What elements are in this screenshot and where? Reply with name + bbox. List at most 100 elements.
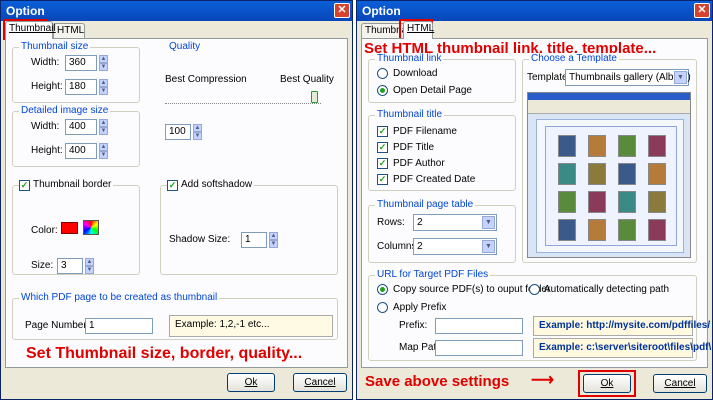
title-bar: Option ✕ bbox=[1, 1, 352, 21]
detail-height-input[interactable]: 400 bbox=[65, 143, 97, 159]
close-icon[interactable]: ✕ bbox=[694, 3, 710, 18]
detail-width-input[interactable]: 400 bbox=[65, 119, 97, 135]
border-color-swatch bbox=[61, 222, 78, 234]
radio-open-detail[interactable] bbox=[377, 85, 388, 96]
open-detail-label: Open Detail Page bbox=[393, 85, 472, 96]
page-number-label: Page Number: bbox=[25, 320, 90, 331]
album-thumbnail bbox=[558, 191, 576, 213]
pdf-author-label: PDF Author bbox=[393, 158, 445, 169]
spinner-icon[interactable]: ▲ ▼ bbox=[269, 232, 278, 248]
spinner-icon[interactable]: ▲ ▼ bbox=[99, 119, 108, 135]
template-select[interactable]: Thumbnails gallery (Album) ▼ bbox=[565, 69, 691, 86]
tab-html[interactable]: HTML bbox=[53, 23, 85, 39]
album-thumbnail bbox=[558, 219, 576, 241]
radio-auto-detect[interactable] bbox=[529, 284, 540, 295]
shadow-size-label: Shadow Size: bbox=[169, 234, 231, 245]
chk-pdf-created[interactable]: ✓ bbox=[377, 174, 388, 185]
softshadow-checkbox[interactable]: ✓ bbox=[167, 180, 178, 191]
group-legend: Choose a Template bbox=[529, 53, 619, 64]
chevron-down-icon: ▼ bbox=[674, 71, 687, 84]
border-size-input[interactable]: 3 bbox=[57, 258, 83, 274]
cancel-button[interactable]: Cancel bbox=[293, 373, 347, 392]
shadow-size-input[interactable]: 1 bbox=[241, 232, 267, 248]
map-example-hint: Example: c:\server\siteroot\files\pdf\ bbox=[533, 338, 711, 358]
window-title: Option bbox=[362, 4, 401, 18]
group-legend: URL for Target PDF Files bbox=[375, 269, 491, 280]
chk-pdf-author[interactable]: ✓ bbox=[377, 158, 388, 169]
map-path-input[interactable] bbox=[435, 340, 523, 356]
template-label: Template: bbox=[527, 72, 571, 83]
best-quality-label: Best Quality bbox=[280, 74, 334, 85]
quality-input[interactable]: 100 bbox=[165, 124, 191, 140]
page-table-group: Thumbnail page table Rows: 2 ▼ Columns: 2… bbox=[368, 199, 516, 263]
thumb-height-input[interactable]: 180 bbox=[65, 79, 97, 95]
spinner-icon[interactable]: ▲ ▼ bbox=[99, 55, 108, 71]
radio-copy-source[interactable] bbox=[377, 284, 388, 295]
size-label: Size: bbox=[31, 260, 54, 271]
url-group: URL for Target PDF Files Copy source PDF… bbox=[368, 269, 711, 361]
template-preview-image bbox=[527, 92, 691, 258]
color-label: Color: bbox=[31, 225, 58, 236]
prefix-label: Prefix: bbox=[399, 320, 428, 331]
tab-panel: Thumbnail size Width: 360 ▲ ▼ Height: 180… bbox=[5, 38, 348, 368]
border-group: ✓ Thumbnail border Color: Size: 3 ▲ ▼ bbox=[12, 179, 140, 275]
ok-button[interactable]: Ok bbox=[227, 373, 275, 392]
annotation-left: Set Thumbnail size, border, quality... bbox=[26, 345, 303, 362]
copy-source-label: Copy source PDF(s) to ouput folder bbox=[393, 284, 551, 295]
title-bar: Option ✕ bbox=[357, 1, 712, 21]
close-icon[interactable]: ✕ bbox=[334, 3, 350, 18]
width-label: Width: bbox=[31, 57, 60, 68]
thumb-width-input[interactable]: 360 bbox=[65, 55, 97, 71]
album-thumbnail bbox=[588, 219, 606, 241]
best-compression-label: Best Compression bbox=[165, 74, 247, 85]
album-thumbnail bbox=[648, 191, 666, 213]
thumbnail-options-dialog: Option ✕ Thumbnail HTML Thumbnail size W… bbox=[0, 0, 353, 400]
chk-pdf-title[interactable]: ✓ bbox=[377, 142, 388, 153]
spinner-icon[interactable]: ▲ ▼ bbox=[99, 143, 108, 159]
page-number-input[interactable]: 1 bbox=[85, 318, 153, 334]
album-page bbox=[545, 126, 677, 246]
color-picker-icon[interactable] bbox=[83, 220, 99, 235]
columns-select[interactable]: 2 ▼ bbox=[413, 238, 497, 255]
pdf-filename-label: PDF Filename bbox=[393, 126, 457, 137]
tab-html[interactable]: HTML bbox=[403, 21, 434, 39]
group-legend: Add softshadow bbox=[179, 179, 255, 190]
prefix-input[interactable] bbox=[435, 318, 523, 334]
album-thumbnail bbox=[618, 219, 636, 241]
apply-prefix-label: Apply Prefix bbox=[393, 302, 447, 313]
group-legend: Thumbnail link bbox=[375, 53, 444, 64]
page-example-hint: Example: 1,2,-1 etc... bbox=[169, 315, 333, 337]
spinner-icon[interactable]: ▲ ▼ bbox=[193, 124, 202, 140]
group-legend: Thumbnail border bbox=[31, 179, 114, 190]
group-legend: Quality bbox=[167, 41, 203, 52]
radio-apply-prefix[interactable] bbox=[377, 302, 388, 313]
template-group: Choose a Template Template: Thumbnails g… bbox=[522, 53, 697, 263]
width-label: Width: bbox=[31, 121, 60, 132]
album-thumbnail bbox=[558, 163, 576, 185]
cancel-button[interactable]: Cancel bbox=[653, 374, 707, 393]
chk-pdf-filename[interactable]: ✓ bbox=[377, 126, 388, 137]
album-thumbnail bbox=[618, 191, 636, 213]
softshadow-group: ✓ Add softshadow Shadow Size: 1 ▲ ▼ bbox=[160, 179, 338, 275]
auto-detect-label: Automatically detecting path bbox=[544, 284, 670, 295]
tab-panel: Set HTML thumbnail link, title, template… bbox=[361, 38, 711, 368]
window-title: Option bbox=[6, 4, 45, 18]
thumbnail-title-group: Thumbnail title ✓ PDF Filename ✓ PDF Tit… bbox=[368, 109, 516, 191]
album-thumbnail bbox=[618, 135, 636, 157]
album-thumbnail bbox=[588, 191, 606, 213]
quality-slider-thumb[interactable] bbox=[311, 91, 318, 103]
rows-select[interactable]: 2 ▼ bbox=[413, 214, 497, 231]
group-legend: Thumbnail page table bbox=[375, 199, 476, 210]
quality-slider-track[interactable] bbox=[165, 94, 321, 104]
quality-group: Quality Best Compression Best Quality 10… bbox=[160, 41, 334, 140]
tab-thumbnail[interactable]: Thumbnail bbox=[5, 21, 56, 39]
border-checkbox[interactable]: ✓ bbox=[19, 180, 30, 191]
radio-download[interactable] bbox=[377, 68, 388, 79]
group-legend: Detailed image size bbox=[19, 105, 111, 116]
album-thumbnail bbox=[588, 135, 606, 157]
spinner-icon[interactable]: ▲ ▼ bbox=[85, 258, 94, 274]
detailed-size-group: Detailed image size Width: 400 ▲ ▼ Height… bbox=[12, 105, 140, 167]
spinner-icon[interactable]: ▲ ▼ bbox=[99, 79, 108, 95]
download-label: Download bbox=[393, 68, 438, 79]
chevron-down-icon: ▼ bbox=[482, 216, 495, 229]
